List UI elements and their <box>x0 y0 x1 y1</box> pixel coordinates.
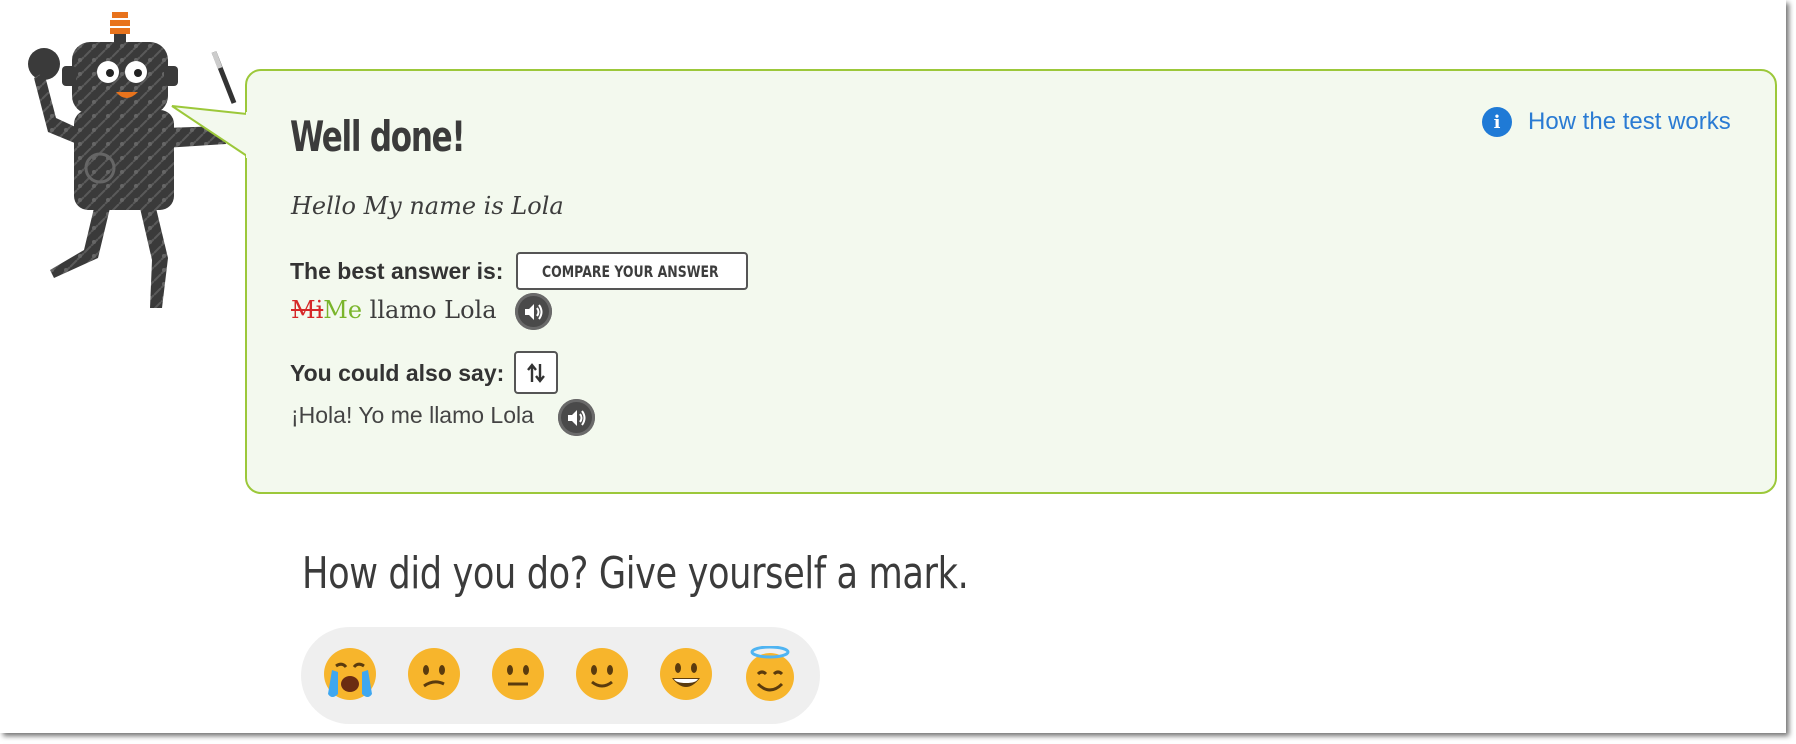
how-test-works-link[interactable]: i How the test works <box>1482 107 1731 137</box>
answer-rest: llamo Lola <box>369 296 497 324</box>
info-icon: i <box>1482 107 1512 137</box>
play-alternative-button[interactable] <box>558 399 595 436</box>
swap-icon <box>527 362 545 383</box>
feedback-title: Well done! <box>290 112 466 161</box>
alternative-answer: ¡Hola! Yo me llamo Lola <box>291 402 534 428</box>
speaker-icon <box>567 409 585 426</box>
best-answer-label: The best answer is: <box>290 258 504 284</box>
speaker-icon <box>524 303 542 320</box>
robot-mascot <box>28 12 237 308</box>
compare-answer-button[interactable]: COMPARE YOUR ANSWER <box>516 252 748 290</box>
wrong-word: Mi <box>291 296 324 324</box>
prompt-text: Hello My name is Lola <box>291 192 564 220</box>
play-best-answer-button[interactable] <box>515 293 552 330</box>
smiling-face-with-halo-icon[interactable] <box>742 646 798 702</box>
grinning-face-icon[interactable] <box>658 646 714 702</box>
also-say-label: You could also say: <box>290 360 505 386</box>
rating-bar <box>301 627 820 724</box>
how-test-works-label: How the test works <box>1528 108 1731 135</box>
confused-face-icon[interactable] <box>406 646 462 702</box>
slightly-smiling-face-icon[interactable] <box>574 646 630 702</box>
compare-answer-label: COMPARE YOUR ANSWER <box>542 261 719 281</box>
best-answer-text: MiMe llamo Lola <box>291 296 497 324</box>
speech-bubble-tail <box>171 105 250 158</box>
rating-heading: How did you do? Give yourself a mark. <box>302 548 969 599</box>
corrected-word: Me <box>323 296 363 324</box>
neutral-face-icon[interactable] <box>490 646 546 702</box>
compare-alternative-button[interactable] <box>514 351 558 394</box>
crying-face-icon[interactable] <box>322 646 378 702</box>
